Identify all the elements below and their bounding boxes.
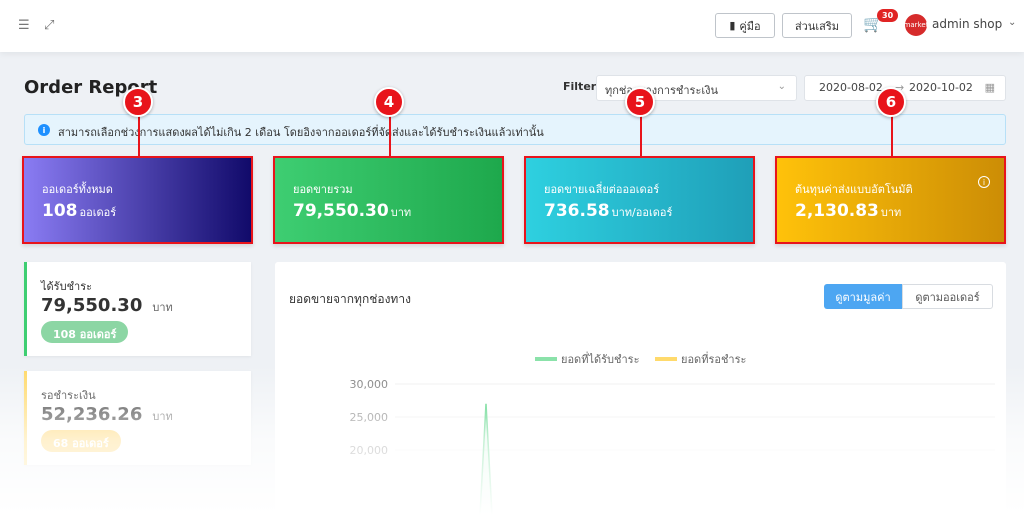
stat-card-value: 2,130.83 <box>795 201 879 221</box>
y-tick-label: 25,000 <box>350 411 389 424</box>
stat-card-value: 108 <box>42 201 78 221</box>
legend-label: ยอดที่รอชำระ <box>681 351 746 366</box>
info-banner: i สามารถเลือกช่วงการแสดงผลได้ไม่เกิน 2 เ… <box>24 114 1006 145</box>
cart-count-badge: 30 <box>877 9 899 22</box>
stat-card-total-orders: ออเดอร์ทั้งหมด 108 ออเดอร์ <box>22 156 253 244</box>
top-navbar: ☰ ⤢ ▮ คู่มือ ส่วนเสริม 🛒 30 market admin… <box>0 0 1024 52</box>
stat-card-value: 79,550.30 <box>293 201 389 221</box>
user-name[interactable]: admin shop <box>932 17 1002 31</box>
filter-label: Filter <box>563 80 597 93</box>
paid-title: ได้รับชำระ <box>41 280 93 293</box>
payment-channel-value: ทุกช่องทางการชำระเงิน <box>605 84 719 97</box>
sales-chart-panel: ยอดขายจากทุกช่องทาง ดูตามมูลค่า ดูตามออเ… <box>275 262 1006 515</box>
pending-orders-badge: 68 ออเดอร์ <box>41 430 121 452</box>
legend-swatch <box>655 357 677 361</box>
date-from: 2020-08-02 <box>819 81 883 94</box>
stat-card-title: ต้นทุนค่าส่งแบบอัตโนมัติ <box>795 183 913 196</box>
pending-summary-card: รอชำระเงิน 52,236.26 บาท 68 ออเดอร์ <box>24 371 251 465</box>
pending-unit: บาท <box>152 410 173 423</box>
paid-unit: บาท <box>152 301 173 314</box>
stat-card-unit: ออเดอร์ <box>79 206 117 219</box>
pending-title: รอชำระเงิน <box>41 389 96 402</box>
sales-chart: ยอดที่ได้รับชำระ ยอดที่รอชำระ 30,000 25,00… <box>350 351 995 515</box>
callout-line <box>138 116 140 156</box>
stat-card-average-per-order: ยอดขายเฉลี่ยต่อออเดอร์ 736.58 บาท/ออเดอร์ <box>524 156 755 244</box>
legend-swatch <box>535 357 557 361</box>
stat-card-title: ออเดอร์ทั้งหมด <box>42 183 113 196</box>
info-icon: i <box>38 124 50 136</box>
legend-label: ยอดที่ได้รับชำระ <box>561 351 639 366</box>
manual-button[interactable]: ▮ คู่มือ <box>715 13 775 38</box>
pending-value: 52,236.26 <box>41 404 143 425</box>
callout-marker-3: 3 <box>123 87 153 117</box>
avatar[interactable]: market <box>904 14 928 36</box>
paid-value: 79,550.30 <box>41 295 143 316</box>
y-tick-label: 30,000 <box>350 378 389 391</box>
stat-card-value: 736.58 <box>544 201 610 221</box>
callout-line <box>640 116 642 156</box>
fullscreen-icon[interactable]: ⤢ <box>44 19 54 33</box>
callout-marker-5: 5 <box>625 87 655 117</box>
stat-card-shipping-cost: ต้นทุนค่าส่งแบบอัตโนมัติ 2,130.83 บาท i <box>775 156 1006 244</box>
paid-summary-card: ได้รับชำระ 79,550.30 บาท 108 ออเดอร์ <box>24 262 251 356</box>
stat-card-unit: บาท <box>390 206 412 219</box>
stat-card-unit: บาท <box>880 206 902 219</box>
paid-orders-badge: 108 ออเดอร์ <box>41 321 129 343</box>
y-tick-label: 20,000 <box>350 444 389 457</box>
callout-line <box>389 116 391 156</box>
book-icon: ▮ <box>729 19 736 32</box>
callout-marker-6: 6 <box>876 87 906 117</box>
stat-card-title: ยอดขายเฉลี่ยต่อออเดอร์ <box>544 183 660 196</box>
info-text: สามารถเลือกช่วงการแสดงผลได้ไม่เกิน 2 เดื… <box>58 126 544 139</box>
sidebar-toggle-icon[interactable]: ☰ <box>18 19 30 33</box>
stat-card-title: ยอดขายรวม <box>293 183 353 196</box>
info-icon[interactable]: i <box>978 176 990 188</box>
stat-card-unit: บาท/ออเดอร์ <box>611 206 673 219</box>
stat-card-total-sales: ยอดขายรวม 79,550.30 บาท <box>273 156 504 244</box>
chevron-down-icon[interactable]: ⌄ <box>1008 17 1016 28</box>
callout-marker-4: 4 <box>374 87 404 117</box>
calendar-icon: ▦ <box>984 81 995 94</box>
chevron-down-icon: ⌄ <box>777 81 786 92</box>
date-to: 2020-10-02 <box>909 81 973 94</box>
series-paid-area <box>480 403 492 515</box>
addons-button[interactable]: ส่วนเสริม <box>782 13 852 38</box>
callout-line <box>891 116 893 156</box>
